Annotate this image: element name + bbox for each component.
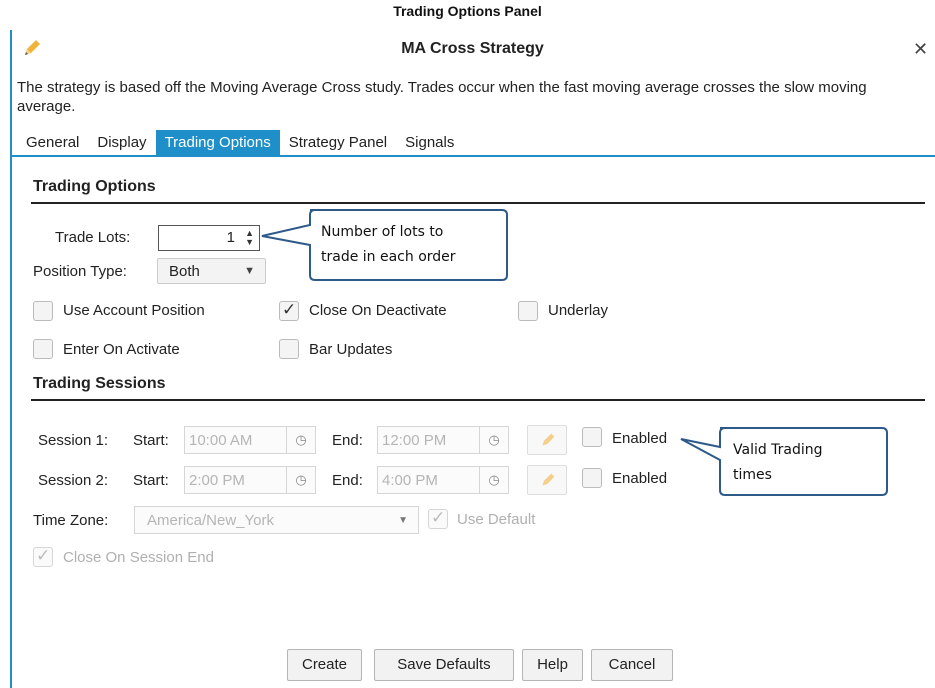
session-1-enabled-label: Enabled <box>612 430 668 447</box>
session-2-end-value: 4:00 PM <box>382 472 438 489</box>
trading-options-divider <box>31 202 925 204</box>
tab-general[interactable]: General <box>17 130 88 156</box>
position-type-select[interactable]: Both ▼ <box>157 258 266 284</box>
pencil-icon <box>542 473 555 486</box>
session-2-end-field[interactable]: 4:00 PM ◷ <box>377 466 509 494</box>
enter-on-activate-label: Enter On Activate <box>63 341 180 358</box>
save-defaults-button[interactable]: Save Defaults <box>374 649 514 681</box>
position-type-value: Both <box>169 263 200 280</box>
clock-icon[interactable]: ◷ <box>286 427 315 453</box>
session-1-start-value: 10:00 AM <box>189 432 253 449</box>
stepper-arrows-icon[interactable]: ▲ ▼ <box>245 229 254 247</box>
trading-sessions-divider <box>31 399 925 401</box>
underlay-checkbox[interactable] <box>518 301 538 321</box>
callout-lots-bubble <box>261 209 508 281</box>
session-2-label: Session 2: <box>38 472 109 489</box>
clock-icon[interactable]: ◷ <box>286 467 315 493</box>
close-on-deactivate-checkbox[interactable] <box>279 300 299 321</box>
session-1-start-field[interactable]: 10:00 AM ◷ <box>184 426 316 454</box>
close-on-session-end-checkbox[interactable] <box>33 546 53 567</box>
session-1-edit-button[interactable] <box>527 425 567 455</box>
callout-times-line1: Valid Trading <box>733 442 823 458</box>
trading-options-heading: Trading Options <box>33 178 156 195</box>
tab-underline <box>10 155 935 157</box>
create-button[interactable]: Create <box>287 649 362 681</box>
tab-display[interactable]: Display <box>88 130 155 156</box>
close-on-deactivate-label: Close On Deactivate <box>309 302 447 319</box>
trading-sessions-heading: Trading Sessions <box>33 375 166 392</box>
session-2-enabled-label: Enabled <box>612 470 668 487</box>
tab-strategy-panel[interactable]: Strategy Panel <box>280 130 396 156</box>
clock-icon[interactable]: ◷ <box>479 467 508 493</box>
session-2-start-value: 2:00 PM <box>189 472 245 489</box>
session-2-start-field[interactable]: 2:00 PM ◷ <box>184 466 316 494</box>
tab-trading-options[interactable]: Trading Options <box>155 130 280 156</box>
session-2-end-label: End: <box>332 472 363 489</box>
tab-signals[interactable]: Signals <box>396 130 463 156</box>
help-button[interactable]: Help <box>522 649 583 681</box>
chevron-down-icon: ▼ <box>398 515 408 526</box>
pencil-icon <box>542 433 555 446</box>
trade-lots-label: Trade Lots: <box>55 229 131 246</box>
time-zone-select[interactable]: America/New_York ▼ <box>134 506 419 534</box>
dialog-title: MA Cross Strategy <box>401 40 544 57</box>
close-icon[interactable]: ✕ <box>913 38 928 60</box>
callout-times-bubble <box>680 427 888 496</box>
session-1-enabled-checkbox[interactable] <box>582 427 602 447</box>
session-2-enabled-checkbox[interactable] <box>582 468 602 488</box>
use-default-label: Use Default <box>457 511 536 528</box>
trade-lots-value: 1 <box>226 229 235 246</box>
time-zone-label: Time Zone: <box>33 512 109 529</box>
callout-lots-line1: Number of lots to <box>321 224 444 240</box>
use-default-checkbox[interactable] <box>428 508 448 529</box>
session-1-end-label: End: <box>332 432 363 449</box>
session-1-label: Session 1: <box>38 432 109 449</box>
session-1-start-label: Start: <box>133 432 169 449</box>
position-type-label: Position Type: <box>33 263 127 280</box>
cancel-button[interactable]: Cancel <box>591 649 673 681</box>
use-account-position-label: Use Account Position <box>63 302 205 319</box>
session-2-edit-button[interactable] <box>527 465 567 495</box>
callout-lots-line2: trade in each order <box>321 249 456 265</box>
chevron-down-icon: ▼ <box>244 265 255 277</box>
session-1-end-field[interactable]: 12:00 PM ◷ <box>377 426 509 454</box>
tab-bar: General Display Trading Options Strategy… <box>17 130 463 156</box>
bar-updates-checkbox[interactable] <box>279 339 299 359</box>
close-on-session-end-label: Close On Session End <box>63 549 214 566</box>
trade-lots-stepper[interactable]: 1 ▲ ▼ <box>158 225 260 251</box>
enter-on-activate-checkbox[interactable] <box>33 339 53 359</box>
session-1-end-value: 12:00 PM <box>382 432 447 449</box>
use-account-position-checkbox[interactable] <box>33 301 53 321</box>
session-2-start-label: Start: <box>133 472 169 489</box>
clock-icon[interactable]: ◷ <box>479 427 508 453</box>
figure-caption: Trading Options Panel <box>393 3 542 19</box>
time-zone-value: America/New_York <box>147 512 274 529</box>
strategy-description: The strategy is based off the Moving Ave… <box>17 79 867 115</box>
dialog-window <box>10 30 935 688</box>
underlay-label: Underlay <box>548 302 609 319</box>
callout-times-line2: times <box>733 467 772 483</box>
bar-updates-label: Bar Updates <box>309 341 393 358</box>
